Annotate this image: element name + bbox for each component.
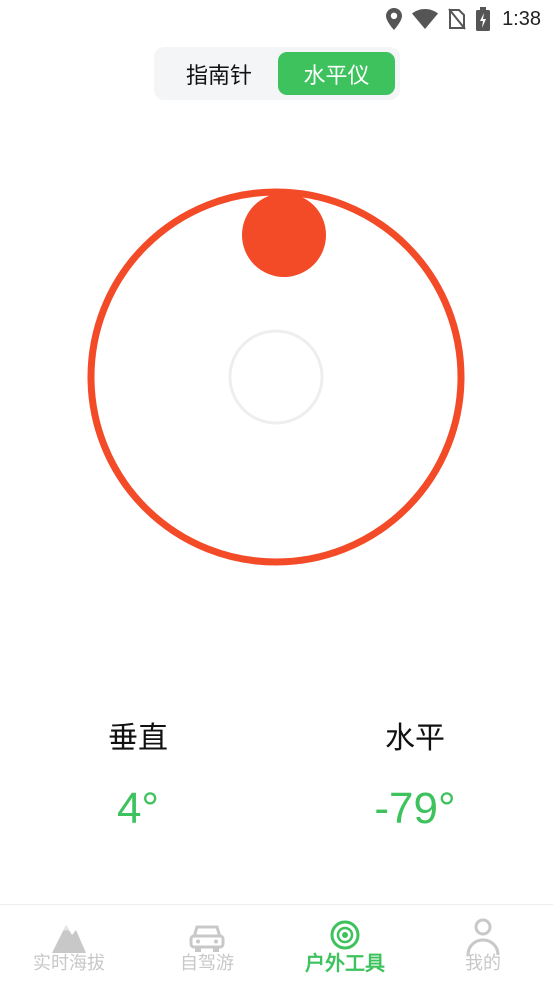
mode-switch: 指南针 水平仪: [154, 47, 400, 100]
status-time: 1:38: [502, 7, 541, 30]
vertical-readout: 垂直 4°: [38, 716, 238, 834]
horizontal-label: 水平: [385, 721, 445, 756]
status-bar: 1:38: [0, 0, 553, 38]
status-icons: 1:38: [386, 6, 541, 32]
wifi-icon: [412, 9, 439, 29]
nav-label-drive: 自驾游: [180, 953, 234, 974]
vertical-label: 垂直: [108, 721, 168, 756]
tab-compass[interactable]: 指南针: [160, 52, 278, 95]
battery-charging-icon: [476, 7, 491, 31]
nav-item-tools[interactable]: 户外工具: [276, 905, 414, 983]
nav-label-tools: 户外工具: [305, 951, 385, 975]
level-gauge: [86, 186, 466, 566]
horizontal-value: -79°: [374, 784, 456, 833]
nav-label-altitude: 实时海拔: [33, 953, 105, 974]
tab-level[interactable]: 水平仪: [278, 52, 395, 95]
nav-item-drive[interactable]: 自驾游: [138, 905, 276, 983]
no-sim-icon: [448, 8, 466, 30]
nav-item-altitude[interactable]: 实时海拔: [0, 905, 138, 983]
nav-label-me: 我的: [465, 953, 501, 974]
location-icon: [386, 8, 403, 30]
horizontal-readout: 水平 -79°: [315, 716, 515, 834]
nav-item-me[interactable]: 我的: [414, 905, 552, 983]
level-center-ring: [228, 329, 324, 425]
vertical-value: 4°: [116, 784, 160, 833]
level-bubble: [242, 193, 326, 277]
bottom-nav: 实时海拔 自驾游 户外工具 我的: [0, 904, 553, 983]
